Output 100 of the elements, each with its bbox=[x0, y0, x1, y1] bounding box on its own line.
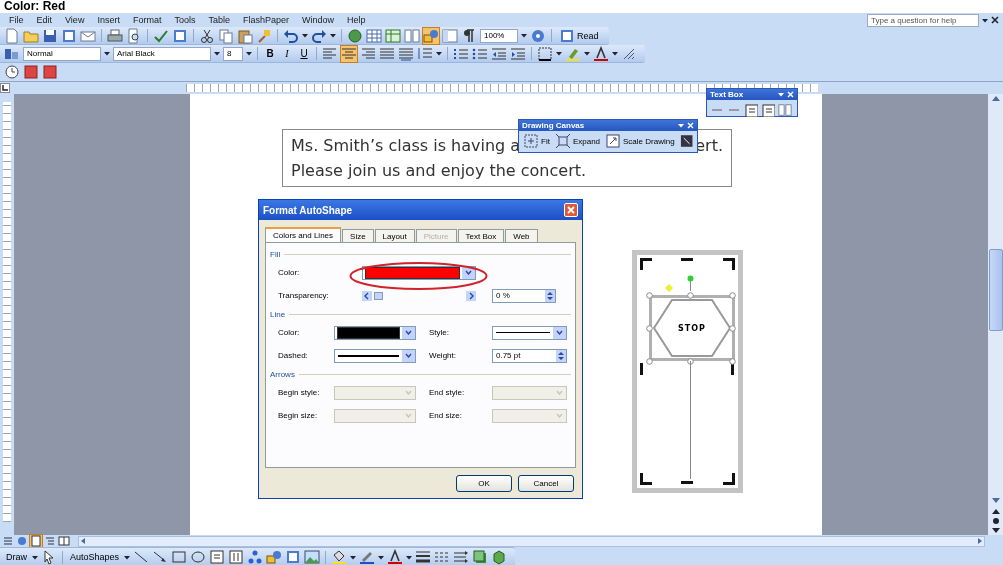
caret-icon[interactable] bbox=[350, 554, 357, 560]
pen-icon[interactable] bbox=[359, 549, 376, 565]
resize-handle[interactable] bbox=[729, 325, 736, 332]
expand-button[interactable]: Expand bbox=[553, 133, 602, 149]
font-size-field[interactable]: 8 bbox=[223, 46, 243, 61]
slider-thumb[interactable] bbox=[374, 291, 383, 300]
scroll-thumb[interactable] bbox=[988, 249, 1003, 331]
text-direction-icon[interactable] bbox=[744, 103, 758, 117]
caret-icon[interactable] bbox=[612, 51, 618, 56]
dialog-tab[interactable]: Size bbox=[342, 229, 374, 242]
cancel-button[interactable]: Cancel bbox=[518, 475, 574, 492]
font-color-icon[interactable] bbox=[387, 549, 404, 565]
border-icon[interactable] bbox=[537, 45, 553, 62]
arrow-right-icon[interactable] bbox=[466, 290, 476, 301]
columns-icon[interactable] bbox=[778, 103, 792, 117]
crop-mark[interactable] bbox=[640, 258, 652, 270]
dialog-tab[interactable]: Colors and Lines bbox=[265, 227, 342, 242]
columns-icon[interactable] bbox=[404, 27, 420, 44]
printer-icon[interactable] bbox=[107, 27, 123, 44]
draw-menu-button[interactable]: Draw bbox=[4, 552, 29, 562]
line-style-icon[interactable] bbox=[415, 549, 432, 565]
picture-icon[interactable] bbox=[304, 549, 321, 565]
resize-handle[interactable] bbox=[729, 358, 736, 365]
menu-item[interactable]: FlashPaper bbox=[237, 15, 294, 25]
browse-object-icon[interactable] bbox=[990, 517, 1001, 525]
scale-icon[interactable] bbox=[605, 133, 622, 149]
resize-handle[interactable] bbox=[646, 358, 653, 365]
clock-icon[interactable] bbox=[4, 64, 20, 80]
arrow-left-icon[interactable] bbox=[362, 290, 372, 301]
caret-icon[interactable] bbox=[124, 554, 131, 560]
shapes-icon[interactable] bbox=[266, 549, 283, 565]
resize-handle[interactable] bbox=[687, 358, 694, 365]
dropdown-field[interactable] bbox=[334, 325, 416, 340]
caret-icon[interactable] bbox=[584, 51, 590, 56]
paintbrush-icon[interactable] bbox=[256, 27, 272, 44]
print-preview-icon[interactable] bbox=[126, 27, 142, 44]
redo-icon[interactable] bbox=[311, 27, 327, 44]
table-icon[interactable] bbox=[366, 27, 382, 44]
web-layout-view-icon[interactable] bbox=[16, 535, 28, 547]
dropdown-field[interactable] bbox=[492, 325, 567, 340]
caret-icon[interactable] bbox=[556, 51, 562, 56]
close-icon[interactable] bbox=[991, 16, 999, 24]
dropdown-button[interactable] bbox=[402, 349, 415, 362]
print-layout-view-icon[interactable] bbox=[30, 535, 42, 547]
text-box-icon[interactable] bbox=[209, 549, 226, 565]
horizontal-scrollbar[interactable] bbox=[78, 535, 985, 547]
distributed-icon[interactable] bbox=[398, 45, 414, 62]
text-box-icon[interactable] bbox=[761, 103, 775, 117]
crop-mark[interactable] bbox=[640, 363, 644, 375]
crop-mark[interactable] bbox=[681, 481, 693, 485]
caret-icon[interactable] bbox=[982, 17, 988, 23]
caret-icon[interactable] bbox=[302, 33, 308, 38]
crop-mark[interactable] bbox=[681, 258, 693, 262]
caret-icon[interactable] bbox=[436, 51, 442, 56]
crop-mark[interactable] bbox=[731, 363, 735, 375]
outdent-icon[interactable] bbox=[491, 45, 507, 62]
close-button[interactable] bbox=[564, 203, 578, 217]
zoom-field[interactable]: 100% bbox=[480, 28, 518, 43]
spin-field[interactable]: 0 % bbox=[492, 288, 556, 303]
scroll-left-icon[interactable] bbox=[79, 537, 87, 545]
dropdown-field[interactable] bbox=[362, 265, 476, 280]
resize-handle[interactable] bbox=[729, 292, 736, 299]
browse-up-icon[interactable] bbox=[990, 507, 1001, 515]
justify-icon[interactable] bbox=[379, 45, 395, 62]
read-button[interactable]: Read bbox=[557, 27, 601, 44]
indent-icon[interactable] bbox=[510, 45, 526, 62]
spreadsheet-icon[interactable] bbox=[385, 27, 401, 44]
square-icon[interactable] bbox=[42, 64, 58, 80]
caret-icon[interactable] bbox=[378, 554, 385, 560]
expand-icon[interactable] bbox=[554, 133, 571, 149]
help-search-field[interactable]: Type a question for help bbox=[867, 13, 979, 27]
new-document-icon[interactable] bbox=[4, 27, 20, 44]
crop-mark[interactable] bbox=[723, 473, 735, 485]
italic-button[interactable]: I bbox=[280, 46, 294, 61]
spin-buttons-icon[interactable] bbox=[545, 289, 555, 302]
crop-mark[interactable] bbox=[723, 258, 735, 270]
fit-button[interactable]: Fit bbox=[522, 133, 551, 149]
scissors-icon[interactable] bbox=[199, 27, 215, 44]
dialog-tab[interactable]: Layout bbox=[374, 229, 415, 242]
rotation-handle[interactable] bbox=[687, 275, 694, 291]
menu-item[interactable]: Tools bbox=[169, 15, 201, 25]
fill-bucket-icon[interactable] bbox=[331, 549, 348, 565]
font-field[interactable]: Arial Black bbox=[113, 46, 211, 61]
adjustment-handle[interactable] bbox=[665, 284, 673, 292]
menu-item[interactable]: Table bbox=[203, 15, 235, 25]
arrow-style-icon[interactable] bbox=[453, 549, 470, 565]
menu-item[interactable]: Format bbox=[127, 15, 167, 25]
caret-icon[interactable] bbox=[678, 123, 684, 128]
vertical-text-box-icon[interactable] bbox=[228, 549, 245, 565]
menu-item[interactable]: Help bbox=[342, 15, 371, 25]
bold-button[interactable]: B bbox=[263, 46, 277, 61]
caret-icon[interactable] bbox=[330, 33, 336, 38]
caret-icon[interactable] bbox=[104, 51, 110, 56]
tab-selector-icon[interactable] bbox=[0, 83, 10, 93]
crop-mark[interactable] bbox=[640, 473, 652, 485]
style-field[interactable]: Normal bbox=[23, 46, 101, 61]
spin-buttons-icon[interactable] bbox=[556, 349, 566, 362]
caret-icon[interactable] bbox=[406, 554, 413, 560]
diagram-icon[interactable] bbox=[247, 549, 264, 565]
oval-icon[interactable] bbox=[190, 549, 207, 565]
